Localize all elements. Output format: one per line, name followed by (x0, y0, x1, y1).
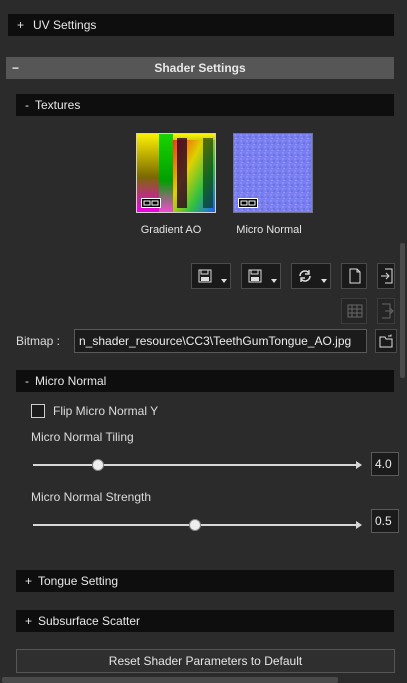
shader-settings-label: Shader Settings (154, 61, 246, 75)
slider-end-arrow-icon (356, 521, 362, 529)
bitmap-path-field[interactable]: n_shader_resource\CC3\TeethGumTongue_AO.… (74, 329, 367, 353)
textures-label: Textures (35, 98, 81, 112)
link-icon (141, 198, 161, 208)
slider-end-arrow-icon (356, 461, 362, 469)
expand-icon: + (25, 574, 33, 588)
gradient-ao-texture-thumbnail[interactable] (136, 133, 216, 213)
reset-shader-parameters-button[interactable]: Reset Shader Parameters to Default (16, 649, 395, 673)
strength-value-field[interactable]: 0.5 (371, 509, 399, 533)
bitmap-label: Bitmap : (16, 334, 61, 348)
import-texture-button[interactable] (377, 263, 395, 289)
dropdown-arrow-icon (271, 279, 277, 283)
strength-value-text: 0.5 (375, 514, 392, 528)
micro-normal-caption: Micro Normal (236, 224, 302, 236)
flip-micro-normal-checkbox[interactable] (31, 404, 45, 418)
micro-normal-tiling-label: Micro Normal Tiling (31, 430, 134, 444)
micro-normal-header[interactable]: - Micro Normal (16, 370, 394, 392)
dropdown-arrow-icon (221, 279, 227, 283)
save-as-texture-button[interactable] (241, 263, 281, 289)
subsurface-scatter-header[interactable]: + Subsurface Scatter (16, 610, 394, 632)
grid-button[interactable] (341, 298, 367, 324)
copy-texture-button[interactable] (341, 263, 367, 289)
flip-micro-normal-label: Flip Micro Normal Y (53, 404, 159, 418)
grid-icon (347, 304, 363, 318)
export-texture-button[interactable] (377, 298, 395, 324)
tongue-setting-header[interactable]: + Tongue Setting (16, 570, 394, 592)
export-icon (382, 303, 394, 319)
textures-header[interactable]: - Textures (16, 94, 394, 116)
floppy-disk-plus-icon (248, 269, 262, 283)
bitmap-path-text: n_shader_resource\CC3\TeethGumTongue_AO.… (79, 334, 352, 348)
tiling-slider-track[interactable] (33, 464, 357, 466)
collapse-icon: - (25, 98, 29, 112)
document-icon (349, 268, 361, 284)
dropdown-arrow-icon (321, 279, 327, 283)
tongue-setting-label: Tongue Setting (38, 574, 119, 588)
subsurface-scatter-label: Subsurface Scatter (38, 614, 141, 628)
folder-open-icon (379, 334, 393, 348)
strength-slider-handle[interactable] (189, 519, 201, 531)
refresh-icon (299, 270, 311, 282)
tiling-slider-handle[interactable] (91, 459, 104, 471)
gradient-ao-caption: Gradient AO (140, 224, 202, 236)
collapse-icon: - (25, 374, 29, 388)
shader-settings-header[interactable]: − Shader Settings (6, 57, 394, 79)
link-icon (238, 198, 258, 208)
micro-normal-texture-thumbnail[interactable] (233, 133, 313, 213)
micro-normal-label: Micro Normal (35, 374, 107, 388)
vertical-scrollbar-thumb[interactable] (400, 243, 405, 378)
horizontal-scrollbar-thumb[interactable] (2, 677, 338, 683)
save-texture-button[interactable] (191, 263, 231, 289)
expand-icon: + (25, 614, 33, 628)
uv-settings-header[interactable]: + UV Settings (8, 14, 394, 36)
uv-settings-label: UV Settings (33, 18, 97, 32)
expand-icon: + (17, 18, 25, 32)
refresh-texture-button[interactable] (291, 263, 331, 289)
tiling-value-field[interactable]: 4.0 (371, 452, 399, 476)
tiling-value-text: 4.0 (375, 457, 392, 471)
import-icon (381, 268, 393, 284)
browse-folder-button[interactable] (375, 329, 397, 353)
floppy-disk-icon (198, 269, 212, 283)
micro-normal-strength-label: Micro Normal Strength (31, 490, 152, 504)
